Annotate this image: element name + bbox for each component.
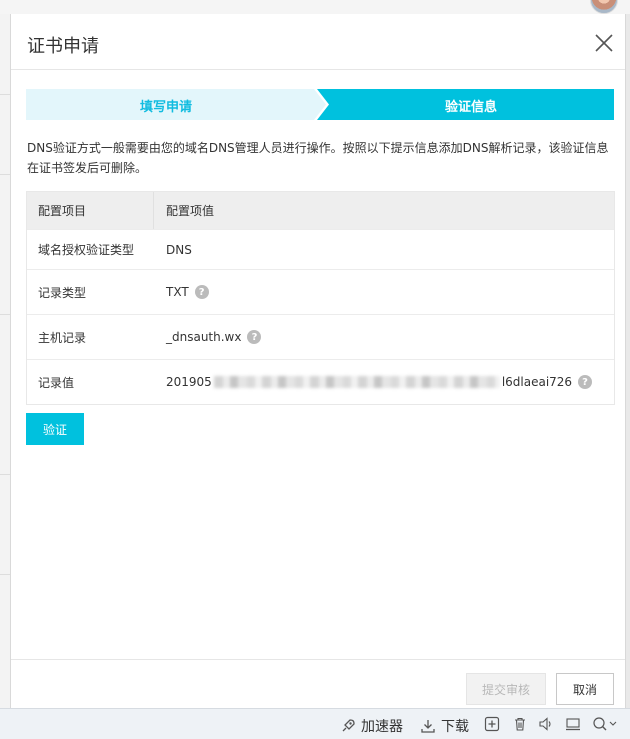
column-header-item: 配置项目	[27, 192, 154, 229]
row-value-verify-type[interactable]: DNS	[154, 230, 614, 269]
speaker-icon[interactable]	[538, 716, 554, 732]
progress-steps: 填写申请 验证信息	[26, 89, 614, 120]
verify-button[interactable]: 验证	[26, 413, 84, 445]
close-icon[interactable]	[593, 32, 615, 54]
row-value-record-type[interactable]: TXT	[166, 285, 189, 299]
row-value-record-value-cell: 201905 l6dlaeai726 ?	[154, 360, 614, 404]
record-value-suffix: l6dlaeai726	[501, 375, 573, 389]
background-page-right-edge	[626, 14, 630, 708]
user-avatar[interactable]	[590, 0, 618, 14]
certificate-application-dialog: 证书申请 填写申请 验证信息 DNS验证方式一般需要由您的域名DNS管理人员进行…	[10, 14, 626, 708]
row-label-record-type: 记录类型	[38, 285, 87, 300]
zoom-dropdown-icon[interactable]	[592, 716, 618, 732]
cancel-button[interactable]: 取消	[556, 673, 614, 705]
browser-status-bar: 加速器 下载	[0, 708, 630, 739]
dialog-title: 证书申请	[27, 36, 99, 57]
row-label-verify-type: 域名授权验证类型	[38, 243, 135, 257]
record-value-prefix: 201905	[166, 375, 212, 389]
row-value-host-record[interactable]: _dnsauth.wx	[166, 330, 241, 344]
row-value-host-record-cell: _dnsauth.wx ?	[154, 315, 614, 359]
redacted-mask	[213, 376, 500, 388]
add-window-icon[interactable]	[484, 716, 500, 732]
dialog-header: 证书申请	[11, 14, 625, 70]
step-verify-info: 验证信息	[445, 100, 498, 115]
accelerator-button[interactable]: 加速器	[340, 716, 403, 736]
row-label-record-value: 记录值	[38, 375, 75, 390]
background-page-left-edge	[0, 14, 10, 708]
step-fill-application: 填写申请	[140, 100, 193, 115]
trash-icon[interactable]	[512, 716, 528, 732]
table-row: 记录类型 TXT ?	[27, 269, 614, 314]
row-value-record-type-cell: TXT ?	[154, 270, 614, 314]
download-label: 下载	[441, 719, 469, 735]
row-value-record-value[interactable]: 201905 l6dlaeai726	[166, 375, 572, 389]
help-icon[interactable]: ?	[194, 285, 209, 299]
column-header-value: 配置项值	[166, 204, 215, 218]
dns-config-table: 配置项目 配置项值 域名授权验证类型 DNS 记录类型 TXT ? 主机记录 _…	[26, 191, 615, 405]
download-icon	[421, 720, 435, 733]
table-row: 记录值 201905 l6dlaeai726 ?	[27, 359, 614, 404]
row-label-host-record: 主机记录	[38, 330, 87, 345]
rocket-icon	[342, 719, 355, 732]
dns-verification-description: DNS验证方式一般需要由您的域名DNS管理人员进行操作。按照以下提示信息添加DN…	[27, 141, 609, 175]
help-icon[interactable]: ?	[247, 330, 262, 344]
help-icon[interactable]: ?	[578, 375, 593, 389]
dialog-footer: 提交审核 取消	[11, 659, 625, 708]
table-row: 域名授权验证类型 DNS	[27, 229, 614, 269]
background-top-nav	[0, 0, 630, 14]
accelerator-label: 加速器	[361, 719, 403, 735]
table-header-row: 配置项目 配置项值	[27, 192, 614, 229]
download-button[interactable]: 下载	[420, 716, 469, 736]
submit-review-button[interactable]: 提交审核	[466, 673, 546, 705]
table-row: 主机记录 _dnsauth.wx ?	[27, 314, 614, 359]
monitor-icon[interactable]	[565, 716, 581, 732]
